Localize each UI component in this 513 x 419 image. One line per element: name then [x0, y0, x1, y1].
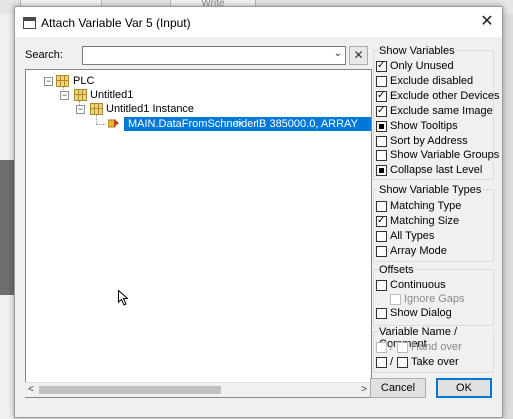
- show-variables-group: Show Variables Only Unused Exclude disabl…: [373, 45, 499, 180]
- scroll-right-icon[interactable]: >: [361, 383, 367, 397]
- checkbox-label: Show Variable Groups: [390, 149, 500, 162]
- collapse-icon[interactable]: −: [76, 105, 85, 114]
- dialog-title: Attach Variable Var 5 (Input): [41, 16, 191, 30]
- tree-node-instance[interactable]: Untitled1 Instance: [106, 103, 194, 115]
- tree-line: [96, 124, 106, 125]
- checkbox-label: Matching Size: [390, 215, 460, 227]
- group-title: Show Variable Types: [378, 184, 483, 196]
- checkbox-box: [390, 294, 401, 305]
- variable-icon: [108, 119, 119, 128]
- window-icon: [23, 17, 36, 29]
- checkbox-box[interactable]: [376, 120, 387, 132]
- tree-line: [96, 115, 97, 124]
- chevron-down-icon[interactable]: ⌄: [334, 48, 342, 59]
- slash-label: /: [390, 341, 394, 353]
- variable-arrow: >: [236, 118, 243, 130]
- checkbox-box[interactable]: [376, 105, 387, 117]
- show-variable-types-group: Show Variable Types Matching Type Matchin…: [373, 184, 494, 262]
- title-bar: Attach Variable Var 5 (Input) ✕: [15, 7, 502, 37]
- slash-label: /: [390, 356, 394, 368]
- plc-icon: [56, 75, 69, 87]
- scroll-thumb[interactable]: [39, 386, 221, 394]
- take-over-name-checkbox[interactable]: [376, 357, 387, 368]
- checkbox-label: Only Unused: [390, 60, 454, 72]
- group-title: Offsets: [378, 264, 415, 276]
- checkbox-label: All Types: [390, 230, 435, 242]
- checkbox-label: Exclude disabled: [390, 74, 474, 87]
- attach-variable-dialog: Attach Variable Var 5 (Input) ✕ Search: …: [14, 6, 503, 418]
- checkbox-label: Matching Type: [390, 200, 462, 212]
- checkbox-box[interactable]: [376, 201, 387, 212]
- mouse-cursor-icon: [118, 290, 128, 306]
- ok-button[interactable]: OK: [436, 378, 492, 398]
- search-input[interactable]: ⌄: [82, 46, 346, 65]
- checkbox-box[interactable]: [376, 135, 387, 147]
- collapse-icon[interactable]: −: [60, 91, 69, 100]
- group-title: Show Variables: [378, 45, 456, 57]
- checkbox-box[interactable]: [376, 165, 387, 177]
- hand-over-label: Hand over: [411, 341, 462, 353]
- checkbox-box[interactable]: [376, 60, 387, 72]
- checkbox-label: Exclude other Devices: [390, 89, 500, 102]
- scroll-left-icon[interactable]: <: [28, 383, 34, 397]
- variable-type: IB 385000.0, ARRAY [0..19] O: [256, 118, 358, 144]
- collapse-icon[interactable]: −: [44, 77, 53, 86]
- checkbox-box[interactable]: [376, 280, 387, 291]
- tree-node-plc[interactable]: PLC: [73, 75, 94, 87]
- checkbox-box[interactable]: [376, 215, 387, 227]
- checkbox-box[interactable]: [376, 75, 387, 87]
- search-label: Search:: [25, 49, 63, 61]
- tree-node-untitled1[interactable]: Untitled1: [90, 89, 133, 101]
- horizontal-scrollbar[interactable]: < >: [25, 382, 370, 397]
- checkbox-label: Show Dialog: [390, 307, 452, 319]
- take-over-comment-checkbox[interactable]: [397, 357, 408, 368]
- cancel-button[interactable]: Cancel: [370, 378, 426, 398]
- checkbox-label: Continuous: [390, 279, 446, 291]
- variable-name-comment-group: Variable Name / Comment / Hand over / Ta…: [373, 326, 494, 373]
- background-panel: [0, 160, 14, 295]
- instance-icon: [90, 103, 103, 115]
- checkbox-label: Show Tooltips: [390, 119, 458, 132]
- checkbox-label: Array Mode: [390, 245, 447, 257]
- checkbox-box[interactable]: [376, 246, 387, 257]
- offsets-group: Offsets Continuous Ignore Gaps Show Dial…: [373, 264, 494, 326]
- checkbox-box[interactable]: [376, 231, 387, 242]
- hand-over-comment-checkbox: [397, 342, 408, 353]
- project-icon: [74, 89, 87, 101]
- hand-over-name-checkbox: [376, 342, 387, 353]
- checkbox-label: Sort by Address: [390, 134, 468, 147]
- variable-tree[interactable]: − PLC − Untitled1 − Untitled1 Instance M…: [25, 69, 372, 398]
- close-icon[interactable]: ✕: [472, 7, 502, 37]
- checkbox-box[interactable]: [376, 308, 387, 319]
- checkbox-box[interactable]: [376, 150, 387, 162]
- checkbox-label: Exclude same Image: [390, 104, 493, 117]
- take-over-label: Take over: [411, 356, 459, 368]
- checkbox-box[interactable]: [376, 90, 387, 102]
- clear-search-button[interactable]: ✕: [349, 46, 368, 65]
- checkbox-label: Ignore Gaps: [404, 293, 465, 305]
- checkbox-label: Collapse last Level: [390, 164, 483, 177]
- selected-variable-row[interactable]: MAIN.DataFromSchneider > IB 385000.0, AR…: [124, 117, 371, 144]
